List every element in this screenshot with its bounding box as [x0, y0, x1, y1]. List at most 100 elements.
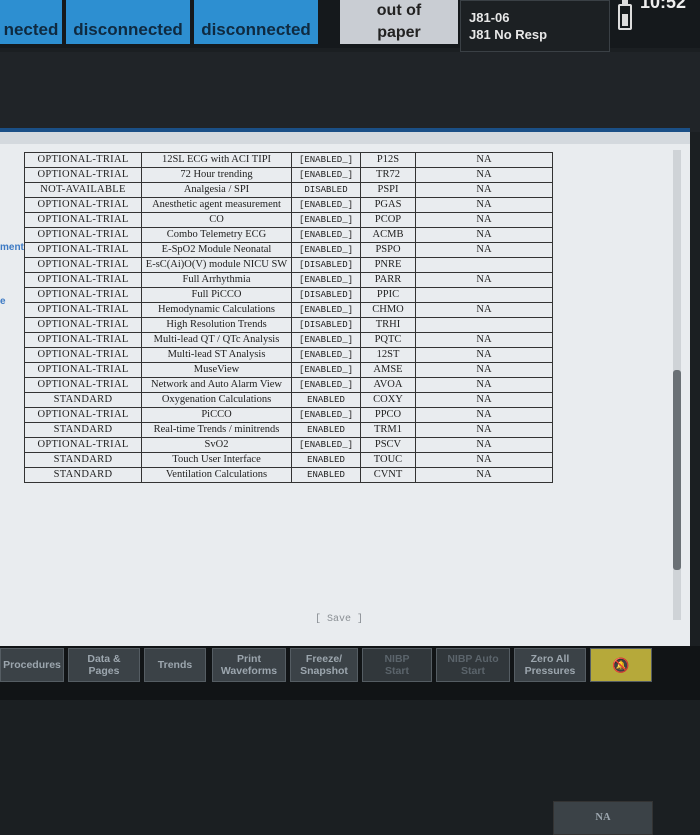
license-level: STANDARD	[24, 452, 142, 468]
feature-status: [ENABLED_]	[291, 272, 361, 288]
license-level: OPTIONAL-TRIAL	[24, 407, 142, 423]
table-row[interactable]: OPTIONAL-TRIAL Full Arrhythmia [ENABLED_] P…	[24, 272, 674, 835]
license-level: OPTIONAL-TRIAL	[24, 242, 142, 258]
softkey[interactable]: NIBP Start	[362, 648, 432, 682]
table-row[interactable]: STANDARD Touch User Interface ENABLED TOUC N…	[24, 452, 674, 835]
expiry-value: NA	[415, 272, 553, 288]
expiry-value: NA	[415, 182, 553, 198]
table-row[interactable]: OPTIONAL-TRIAL 12SL ECG with ACI TIPI [ENA…	[24, 152, 674, 835]
alarm-message[interactable]: J81-06 J81 No Resp	[460, 0, 610, 52]
feature-name: Touch User Interface	[141, 452, 292, 468]
feature-code: TOUC	[360, 452, 416, 468]
feature-code: 12ST	[360, 347, 416, 363]
feature-status: ENABLED	[291, 467, 361, 483]
feature-status: [ENABLED_]	[291, 437, 361, 453]
softkey[interactable]: Zero All Pressures	[514, 648, 586, 682]
feature-code: TRM1	[360, 422, 416, 438]
feature-name: Analgesia / SPI	[141, 182, 292, 198]
feature-status: [ENABLED_]	[291, 332, 361, 348]
feature-code: ACMB	[360, 227, 416, 243]
scrollbar-thumb[interactable]	[673, 370, 681, 570]
softkey[interactable]: Procedures	[0, 648, 64, 682]
table-row[interactable]: OPTIONAL-TRIAL Hemodynamic Calculations [E…	[24, 302, 674, 835]
tile-status: disconnected	[73, 20, 183, 39]
feature-status: [ENABLED_]	[291, 197, 361, 213]
expiry-value: NA	[415, 392, 553, 408]
table-row[interactable]: STANDARD Oxygenation Calculations ENABLED C…	[24, 392, 674, 835]
softkey[interactable]: Freeze/ Snapshot	[290, 648, 358, 682]
table-row[interactable]: OPTIONAL-TRIALPiCCO[ENABLED_]PPCONA76750…	[24, 407, 674, 835]
expiry-value: NA	[415, 302, 553, 318]
dialog-title-bar	[0, 132, 690, 144]
table-row[interactable]: OPTIONAL-TRIAL Anesthetic agent measureme…	[24, 197, 674, 835]
bell-off-icon: 🔕	[612, 657, 630, 673]
expiry-value: NA	[415, 242, 553, 258]
feature-name: MuseView	[141, 362, 292, 378]
softkey[interactable]: NIBP Auto Start	[436, 648, 510, 682]
license-level: OPTIONAL-TRIAL	[24, 227, 142, 243]
feature-name: SvO2	[141, 437, 292, 453]
expiry-value: NA	[415, 212, 553, 228]
feature-status: [DISABLED]	[291, 287, 361, 303]
expiry-value: NA	[415, 227, 553, 243]
table-row[interactable]: OPTIONAL-TRIALMuseView[ENABLED_]AMSENA73…	[24, 362, 674, 835]
feature-status: [ENABLED_]	[291, 167, 361, 183]
param-tile-3[interactable]: disconnected	[194, 0, 318, 44]
table-row[interactable]: OPTIONAL-TRIAL E-sC(Ai)O(V) module NICU S…	[24, 257, 674, 835]
feature-status: ENABLED	[291, 392, 361, 408]
license-level: OPTIONAL-TRIAL	[24, 287, 142, 303]
feature-name: Hemodynamic Calculations	[141, 302, 292, 318]
table-row[interactable]: OPTIONAL-TRIAL Multi-lead QT / QTc Analys…	[24, 332, 674, 835]
table-row[interactable]: OPTIONAL-TRIALCO[ENABLED_]PCOPNA75750724…	[24, 212, 674, 835]
feature-code: CHMO	[360, 302, 416, 318]
param-tile-1[interactable]: nected	[0, 0, 62, 44]
license-level: STANDARD	[24, 422, 142, 438]
feature-name: E-sC(Ai)O(V) module NICU SW	[141, 257, 292, 273]
feature-name: E-SpO2 Module Neonatal	[141, 242, 292, 258]
feature-code: TR72	[360, 167, 416, 183]
feature-name: Multi-lead ST Analysis	[141, 347, 292, 363]
table-row[interactable]: STANDARD Ventilation Calculations ENABLED C…	[24, 467, 674, 835]
feature-name: Oxygenation Calculations	[141, 392, 292, 408]
feature-code: PARR	[360, 272, 416, 288]
expiry-value	[415, 317, 553, 333]
softkey[interactable]: Print Waveforms	[212, 648, 286, 682]
expiry-value	[415, 287, 553, 303]
license-level: OPTIONAL-TRIAL	[24, 152, 142, 168]
table-row[interactable]: OPTIONAL-TRIAL Multi-lead ST Analysis [ENA…	[24, 347, 674, 835]
status-bar: nected disconnected disconnected out of …	[0, 0, 700, 52]
scrollbar[interactable]	[673, 150, 681, 620]
alarm-line-1: J81-06	[469, 10, 510, 25]
table-row[interactable]: OPTIONAL-TRIAL Combo Telemetry ECG [ENABLE…	[24, 227, 674, 835]
param-tile-2[interactable]: disconnected	[66, 0, 190, 44]
table-row[interactable]: STANDARD Real-time Trends / minitrends ENA…	[24, 422, 674, 835]
table-row[interactable]: OPTIONAL-TRIAL E-SpO2 Module Neonatal [ENA…	[24, 242, 674, 835]
side-tab-fragment[interactable]: ment	[0, 242, 24, 253]
feature-status: ENABLED	[291, 452, 361, 468]
side-tab-fragment[interactable]: e	[0, 296, 6, 307]
table-row[interactable]: OPTIONAL-TRIAL Network and Auto Alarm Vie…	[24, 377, 674, 835]
feature-name: Combo Telemetry ECG	[141, 227, 292, 243]
recorder-tile[interactable]: out of paper	[340, 0, 458, 44]
expiry-value: NA	[415, 152, 553, 168]
softkey[interactable]: Trends	[144, 648, 206, 682]
table-row[interactable]: OPTIONAL-TRIAL 72 Hour trending [ENABLED_]…	[24, 167, 674, 835]
softkey[interactable]: Data & Pages	[68, 648, 140, 682]
table-row[interactable]: OPTIONAL-TRIAL High Resolution Trends [DIS…	[24, 317, 674, 835]
license-level: OPTIONAL-TRIAL	[24, 272, 142, 288]
feature-code: PCOP	[360, 212, 416, 228]
feature-name: Anesthetic agent measurement	[141, 197, 292, 213]
save-button[interactable]: [ Save ]	[315, 614, 363, 625]
feature-status: [ENABLED_]	[291, 227, 361, 243]
feature-name: 72 Hour trending	[141, 167, 292, 183]
license-level: NOT-AVAILABLE	[24, 182, 142, 198]
license-level: OPTIONAL-TRIAL	[24, 317, 142, 333]
feature-status: ENABLED	[291, 422, 361, 438]
table-row[interactable]: NOT-AVAILABLE Analgesia / SPI DISABLED PSPI…	[24, 182, 674, 835]
alarm-silence-key[interactable]: 🔕	[590, 648, 652, 682]
feature-status: [ENABLED_]	[291, 362, 361, 378]
battery-icon	[618, 0, 632, 30]
expiry-value: NA	[415, 167, 553, 183]
table-row[interactable]: OPTIONAL-TRIAL Full PiCCO [DISABLED] PPIC	[24, 287, 674, 835]
table-row[interactable]: OPTIONAL-TRIALSvO2[ENABLED_]PSCVNA364742…	[24, 437, 674, 835]
